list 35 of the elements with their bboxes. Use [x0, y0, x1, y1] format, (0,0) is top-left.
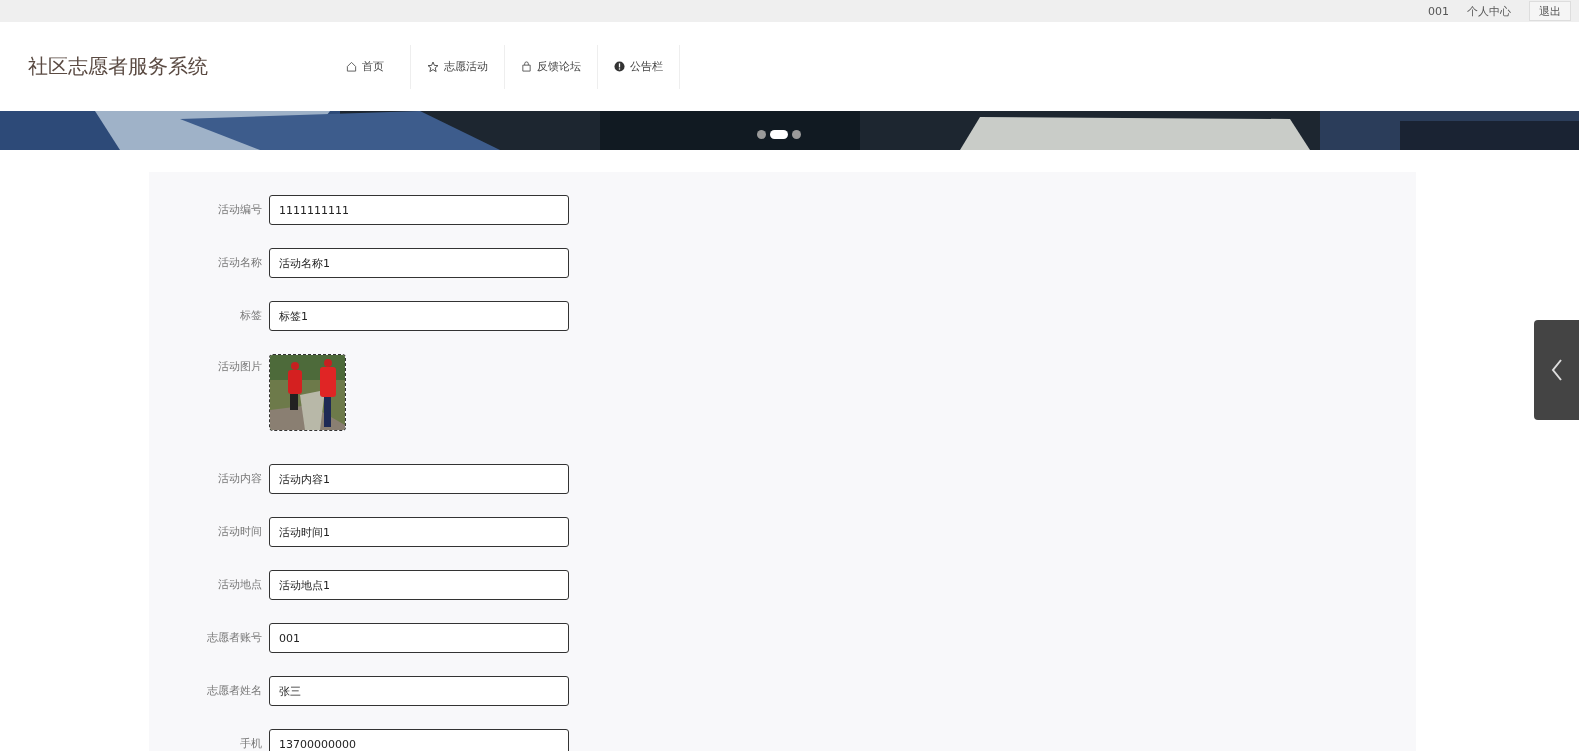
- input-field[interactable]: 张三: [269, 676, 569, 706]
- side-panel-toggle[interactable]: [1534, 320, 1579, 420]
- logout-button[interactable]: 退出: [1529, 1, 1571, 21]
- field-label: 志愿者姓名: [206, 683, 263, 699]
- field-label: 活动地点: [217, 577, 263, 593]
- field-label: 志愿者账号: [206, 630, 263, 646]
- field-label: 活动时间: [217, 524, 263, 540]
- user-center-link[interactable]: 个人中心: [1467, 3, 1511, 19]
- chevron-left-icon: [1550, 359, 1563, 381]
- input-field[interactable]: 1111111111: [269, 195, 569, 225]
- input-field[interactable]: 活动名称1: [269, 248, 569, 278]
- alert-icon: [614, 61, 625, 72]
- field-label: 标签: [239, 308, 263, 324]
- site-title: 社区志愿者服务系统: [28, 53, 209, 80]
- nav-item[interactable]: 反馈论坛: [505, 44, 598, 89]
- nav-item[interactable]: 首页: [346, 44, 411, 89]
- carousel-dot[interactable]: [792, 130, 801, 139]
- home-icon: [346, 61, 357, 72]
- input-field[interactable]: 活动时间1: [269, 517, 569, 547]
- username: 001: [1428, 4, 1449, 18]
- field-label: 活动内容: [217, 471, 263, 487]
- input-field[interactable]: 001: [269, 623, 569, 653]
- input-field[interactable]: 活动地点1: [269, 570, 569, 600]
- input-field[interactable]: 标签1: [269, 301, 569, 331]
- carousel-dot[interactable]: [757, 130, 766, 139]
- field-label: 活动名称: [217, 255, 263, 271]
- star-icon: [427, 60, 439, 73]
- nav-item[interactable]: 公告栏: [598, 44, 680, 89]
- bag-icon: [521, 61, 532, 72]
- nav-item[interactable]: 志愿活动: [411, 44, 505, 89]
- field-label: 活动图片: [217, 359, 263, 375]
- input-field[interactable]: 13700000000: [269, 729, 569, 751]
- field-label: 手机: [239, 736, 263, 751]
- input-field[interactable]: 活动内容1: [269, 464, 569, 494]
- field-label: 活动编号: [217, 202, 263, 218]
